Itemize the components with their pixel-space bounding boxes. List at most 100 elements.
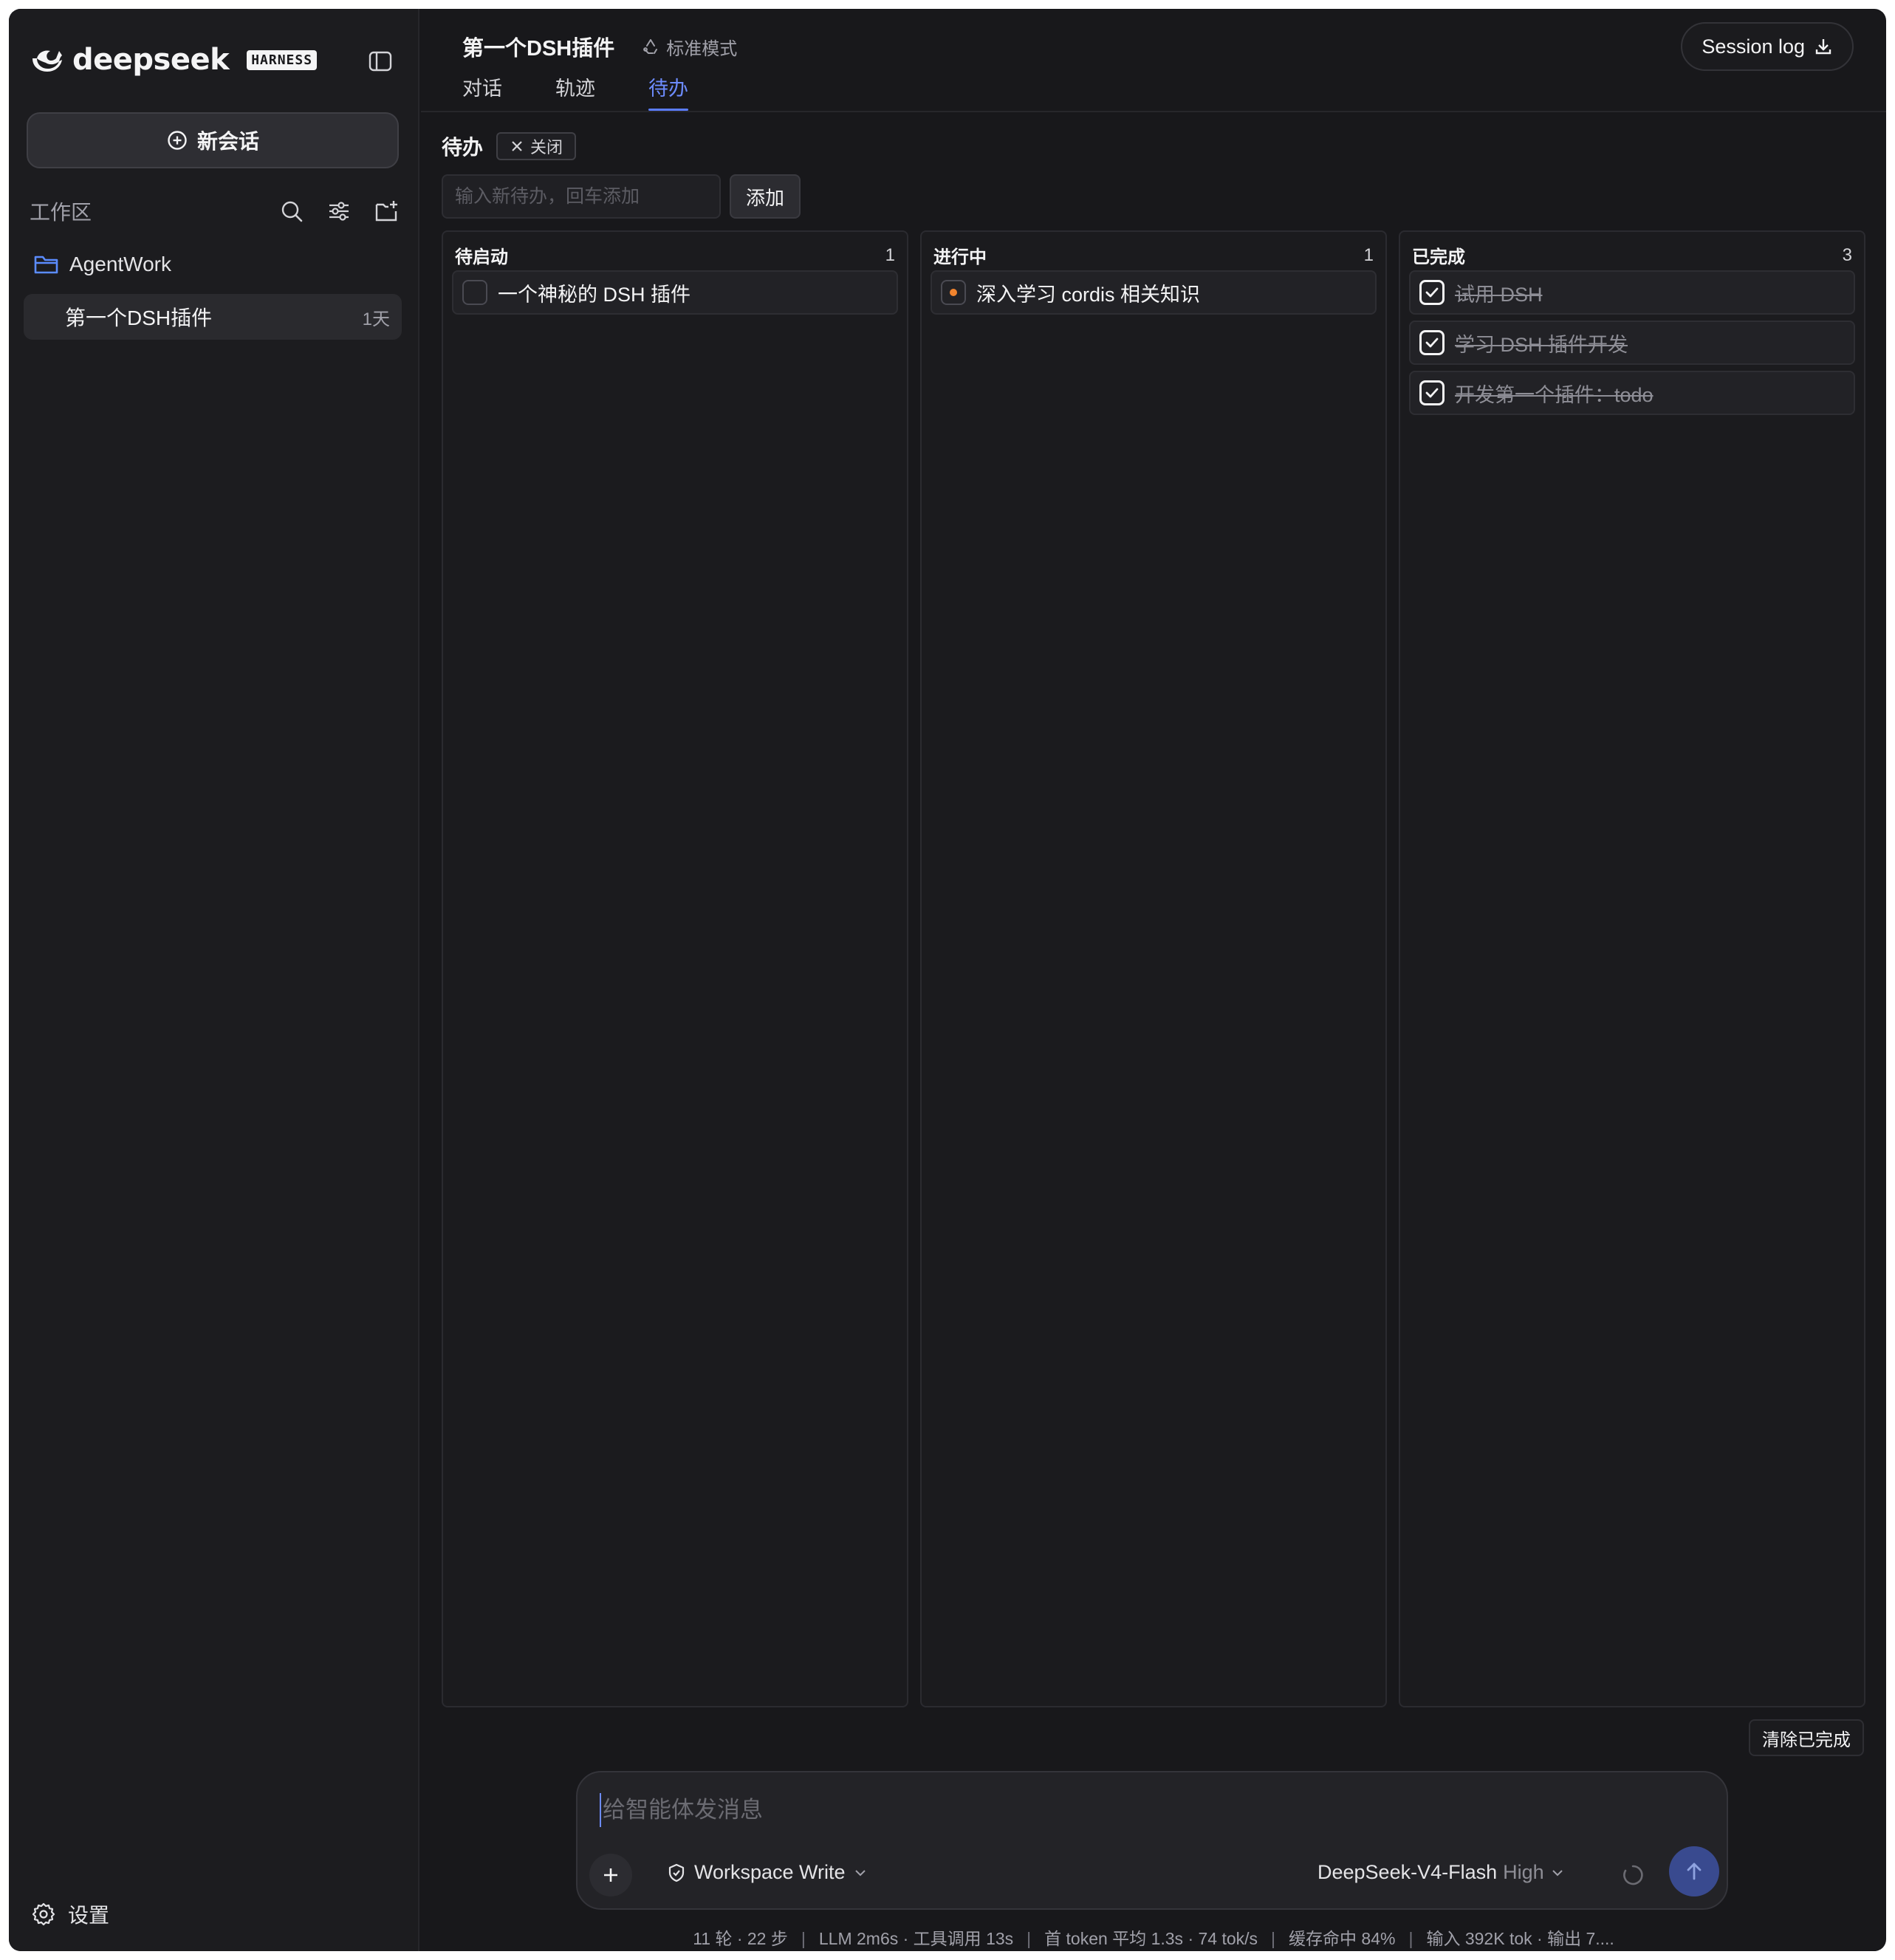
shield-icon [668,1863,685,1882]
arrow-up-icon [1687,1863,1702,1880]
tab-bar: 对话 轨迹 待办 [462,72,688,111]
attach-button[interactable] [589,1854,632,1896]
session-log-button[interactable]: Session log [1681,22,1854,71]
progress-dot-icon [950,289,957,296]
checked-checkbox[interactable] [1419,280,1445,305]
close-label: 关闭 [530,138,563,157]
stat-cache: 缓存命中 84% [1289,1929,1396,1948]
checked-checkbox[interactable] [1419,330,1445,355]
column-count: 1 [1363,244,1374,265]
todo-text: 试用 DSH [1455,283,1543,306]
check-icon [1425,388,1439,398]
message-composer: Workspace Write DeepSeek-V4-Flash High [576,1771,1728,1910]
new-chat-button[interactable]: 新会话 [27,112,399,168]
stat-io: 输入 392K tok · 输出 7.... [1426,1929,1614,1948]
column-header: 已完成 3 [1412,242,1852,268]
tab-chat[interactable]: 对话 [462,72,502,111]
separator: | [801,1929,806,1948]
clear-completed-button[interactable]: 清除已完成 [1749,1719,1864,1756]
todo-card[interactable]: 深入学习 cordis 相关知识 [931,270,1377,315]
plus-icon [604,1868,617,1882]
new-todo-input[interactable] [442,174,721,219]
column-title: 待启动 [455,247,508,267]
sidebar: deepseek HARNESS 新会话 工作区 AgentWork 第一个DS… [9,9,419,1951]
add-todo-button[interactable]: 添加 [730,174,801,219]
column-title: 已完成 [1412,247,1465,267]
message-input[interactable] [600,1793,1486,1827]
model-name: DeepSeek-V4-Flash [1317,1861,1498,1883]
chevron-down-icon [854,1869,866,1876]
check-icon [1425,287,1439,298]
stat-llm: LLM 2m6s · 工具调用 13s [818,1929,1014,1948]
todo-text: 开发第一个插件：todo [1455,383,1654,406]
checked-checkbox[interactable] [1419,380,1445,405]
session-log-label: Session log [1702,35,1805,58]
todo-header: 待办 关闭 [442,131,577,161]
column-in-progress: 进行中 1 深入学习 cordis 相关知识 [920,230,1387,1707]
logo-text: deepseek [72,43,230,77]
workspace-label: 工作区 [30,201,92,224]
new-folder-icon[interactable] [374,199,399,224]
checkbox[interactable] [462,280,487,305]
send-button[interactable] [1669,1846,1719,1896]
todo-text: 深入学习 cordis 相关知识 [976,283,1201,306]
folder-name: AgentWork [69,253,171,275]
close-todo-button[interactable]: 关闭 [496,132,577,160]
search-icon[interactable] [279,199,304,224]
folder-icon [34,256,58,274]
whale-logo-icon [32,50,62,72]
mode-label: 标准模式 [666,38,738,59]
todo-card[interactable]: 学习 DSH 插件开发 [1409,321,1855,365]
column-header: 待启动 1 [455,242,895,268]
gear-icon [32,1902,55,1926]
column-header: 进行中 1 [933,242,1374,268]
todo-title: 待办 [442,136,484,159]
separator: | [1408,1929,1413,1948]
folder-agentwork[interactable]: AgentWork [34,253,171,276]
app-window: deepseek HARNESS 新会话 工作区 AgentWork 第一个DS… [9,9,1886,1951]
todo-card[interactable]: 试用 DSH [1409,270,1855,315]
stat-first-token: 首 token 平均 1.3s · 74 tok/s [1044,1929,1258,1948]
title-row: 第一个DSH插件 标准模式 [462,31,737,62]
new-chat-label: 新会话 [196,130,259,153]
separator: | [1027,1929,1032,1948]
tab-todo[interactable]: 待办 [648,72,688,111]
download-icon [1815,39,1831,55]
column-count: 1 [885,244,895,265]
close-icon [512,141,522,151]
page-title: 第一个DSH插件 [462,37,615,61]
settings-button[interactable]: 设置 [31,1899,109,1929]
logo: deepseek HARNESS [30,43,318,77]
loading-spinner-icon [1623,1865,1643,1885]
in-progress-checkbox[interactable] [941,280,966,305]
todo-text: 一个神秘的 DSH 插件 [498,283,691,306]
todo-card[interactable]: 开发第一个插件：todo [1409,371,1855,415]
column-title: 进行中 [933,247,987,267]
column-count: 3 [1842,244,1852,265]
tab-trace[interactable]: 轨迹 [555,72,595,111]
header-divider [421,111,1886,112]
model-selector[interactable]: DeepSeek-V4-Flash High [1317,1861,1565,1884]
filter-icon[interactable] [326,199,352,224]
separator: | [1271,1929,1276,1948]
todo-text: 学习 DSH 插件开发 [1455,333,1628,356]
usage-stats-bar: 11 轮 · 22 步 | LLM 2m6s · 工具调用 13s | 首 token … [421,1925,1886,1950]
todo-card[interactable]: 一个神秘的 DSH 插件 [452,270,898,315]
mode-indicator[interactable]: 标准模式 [641,34,737,60]
session-age: 1天 [362,309,390,329]
sidebar-toggle-icon[interactable] [368,49,393,74]
column-done: 已完成 3 试用 DSH 学习 DSH 插件开发 开发第一个插件：todo [1399,230,1865,1707]
workspace-header: 工作区 [30,195,399,227]
logo-badge: HARNESS [247,49,318,70]
session-title: 第一个DSH插件 [65,306,213,329]
chevron-down-icon [1552,1869,1563,1876]
model-level: High [1503,1861,1544,1883]
main-panel: 第一个DSH插件 标准模式 Session log 对话 轨迹 待办 待办 关闭… [421,9,1886,1951]
settings-label: 设置 [68,1904,110,1927]
permission-selector[interactable]: Workspace Write [666,1861,868,1884]
recycle-icon [643,39,658,54]
permission-label: Workspace Write [694,1861,846,1883]
session-item[interactable]: 第一个DSH插件 1天 [24,294,402,340]
column-pending: 待启动 1 一个神秘的 DSH 插件 [442,230,908,1707]
stat-rounds: 11 轮 · 22 步 [693,1929,788,1948]
